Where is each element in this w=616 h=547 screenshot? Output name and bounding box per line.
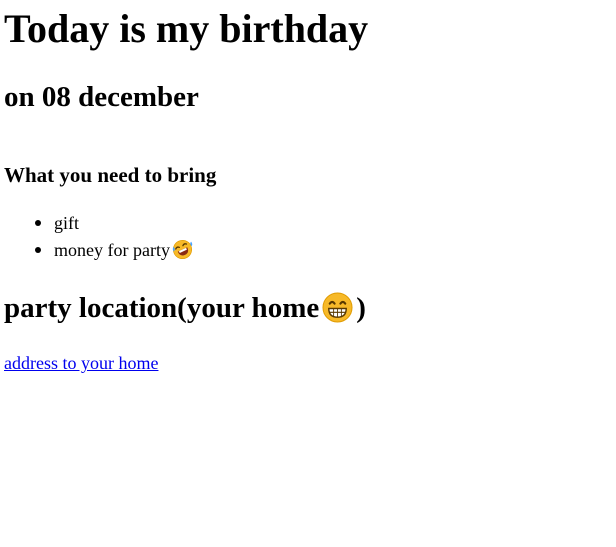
list-item-label: money for party bbox=[54, 240, 170, 260]
location-heading: party location(your home ) bbox=[4, 290, 366, 326]
list-item: gift bbox=[35, 210, 193, 237]
list-item-label: gift bbox=[54, 213, 79, 233]
location-heading-suffix: ) bbox=[356, 292, 366, 324]
rolling-on-floor-laughing-icon bbox=[172, 239, 193, 260]
page-title: Today is my birthday bbox=[4, 6, 369, 51]
bring-heading: What you need to bring bbox=[4, 163, 217, 187]
list-item: money for party bbox=[35, 237, 193, 264]
grinning-face-icon bbox=[322, 292, 353, 323]
location-heading-text: party location(your home bbox=[4, 292, 320, 324]
address-link[interactable]: address to your home bbox=[4, 351, 158, 375]
bring-list: gift money for party bbox=[14, 210, 193, 264]
birthday-date: on 08 december bbox=[4, 81, 199, 113]
